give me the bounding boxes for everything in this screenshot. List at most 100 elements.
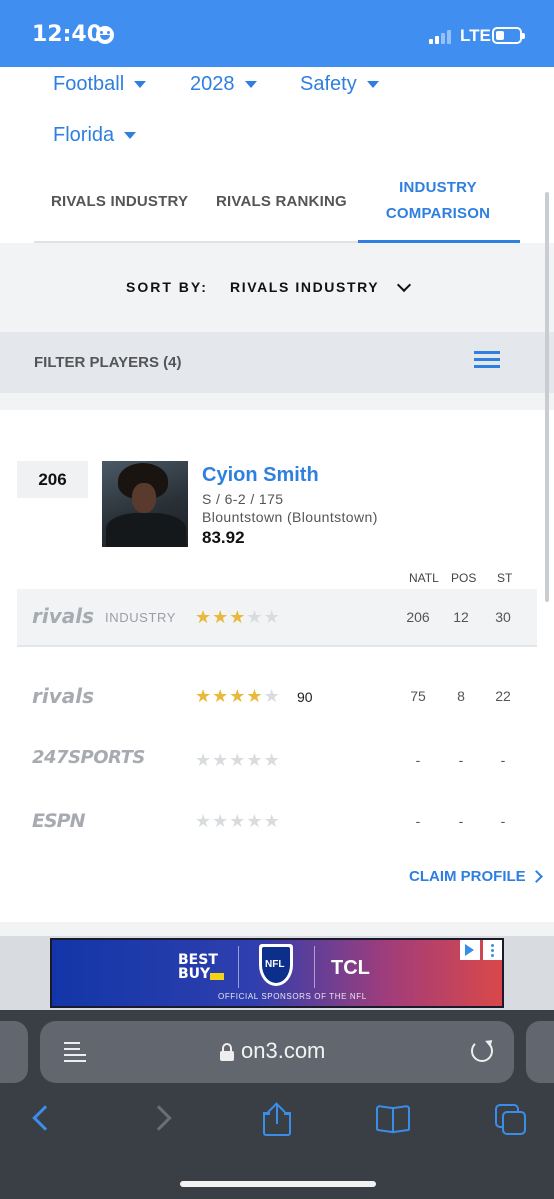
scrollbar[interactable]: [545, 192, 549, 602]
star-icon: ★: [195, 811, 212, 831]
sport-dropdown[interactable]: Football: [53, 73, 147, 96]
star-rating: ★ ★ ★ ★ ★: [195, 751, 280, 769]
pos-rank: 8: [457, 688, 465, 704]
column-pos: POS: [451, 571, 477, 585]
status-time: 12:40: [32, 22, 103, 47]
ad-divider: [314, 946, 315, 988]
column-st: ST: [497, 571, 513, 585]
star-icon: ★: [246, 750, 263, 770]
filter-players-label[interactable]: FILTER PLAYERS (4): [34, 354, 182, 371]
star-icon: ★: [212, 750, 229, 770]
player-school: Blountstown (Blountstown): [202, 509, 378, 525]
ad-tagline: OFFICIAL SPONSORS OF THE NFL: [218, 992, 367, 1001]
industry-label: INDUSTRY: [105, 610, 177, 625]
tabs-icon[interactable]: [495, 1104, 527, 1136]
caret-down-icon: [244, 81, 257, 88]
star-icon: ★: [212, 607, 229, 627]
reader-icon[interactable]: [64, 1040, 86, 1064]
player-name-link[interactable]: Cyion Smith: [202, 464, 319, 487]
state-dropdown-label: Florida: [53, 124, 115, 146]
claim-profile-link[interactable]: CLAIM PROFILE: [409, 868, 543, 885]
state-rank: -: [500, 813, 506, 829]
share-icon[interactable]: [263, 1102, 291, 1136]
tab-industry-comparison[interactable]: INDUSTRY COMPARISON: [378, 175, 498, 227]
network-label: LTE: [460, 26, 491, 45]
star-icon: ★: [263, 750, 280, 770]
star-rating: ★ ★ ★ ★ ★: [195, 608, 280, 626]
column-natl: NATL: [409, 571, 439, 585]
star-icon: ★: [229, 811, 246, 831]
star-icon: ★: [195, 750, 212, 770]
tab-rivals-ranking[interactable]: RIVALS RANKING: [216, 193, 347, 210]
player-position-line: S / 6-2 / 175: [202, 491, 284, 507]
player-photo[interactable]: [102, 461, 188, 547]
year-dropdown-label: 2028: [190, 73, 235, 95]
bookmarks-icon[interactable]: [376, 1104, 412, 1134]
player-rank: 206: [17, 461, 88, 498]
natl-rank: 206: [406, 609, 430, 625]
pos-rank: 12: [453, 609, 469, 625]
tab-label-line1: INDUSTRY: [399, 179, 477, 196]
star-icon: ★: [212, 686, 229, 706]
reload-icon[interactable]: [471, 1040, 493, 1062]
bestbuy-tag-icon: [210, 973, 224, 980]
star-icon: ★: [246, 607, 263, 627]
star-icon: ★: [195, 686, 212, 706]
tab-rivals-industry[interactable]: RIVALS INDUSTRY: [51, 193, 188, 210]
natl-rank: -: [415, 813, 421, 829]
caret-down-icon: [124, 132, 137, 139]
state-rank: 30: [495, 609, 511, 625]
face-icon: [96, 26, 114, 44]
claim-profile-label: CLAIM PROFILE: [409, 868, 526, 885]
star-icon: ★: [263, 811, 280, 831]
star-icon: ★: [195, 607, 212, 627]
star-icon: ★: [229, 607, 246, 627]
ad-divider: [238, 946, 239, 988]
star-rating: ★ ★ ★ ★ ★: [195, 812, 280, 830]
caret-down-icon: [134, 81, 147, 88]
star-icon: ★: [263, 607, 280, 627]
tab-label-line2: COMPARISON: [385, 205, 491, 222]
home-indicator[interactable]: [180, 1181, 376, 1187]
menu-icon[interactable]: [474, 351, 500, 369]
adchoices-icon[interactable]: [460, 940, 480, 960]
state-dropdown[interactable]: Florida: [53, 124, 137, 147]
rivals-logo: rivals: [32, 604, 95, 628]
caret-down-icon: [366, 81, 379, 88]
nfl-logo-text: NFL: [265, 959, 285, 970]
sort-label: SORT BY:: [126, 279, 208, 295]
state-rank: -: [500, 752, 506, 768]
lock-icon: [220, 1043, 234, 1061]
sort-dropdown[interactable]: RIVALS INDUSTRY: [230, 279, 379, 295]
battery-icon: [492, 27, 525, 44]
tcl-logo: TCL: [331, 957, 370, 979]
rivals-logo: rivals: [32, 684, 95, 708]
247sports-logo: 247SPORTS: [32, 747, 145, 768]
star-icon: ★: [263, 686, 280, 706]
pos-rank: -: [458, 813, 464, 829]
section-gap: [0, 393, 554, 410]
player-score: 83.92: [202, 528, 245, 547]
bestbuy-line1: BEST: [178, 952, 218, 968]
natl-rank: -: [415, 752, 421, 768]
url-text[interactable]: on3.com: [241, 1038, 325, 1064]
star-icon: ★: [246, 686, 263, 706]
position-dropdown[interactable]: Safety: [300, 73, 379, 96]
star-icon: ★: [229, 750, 246, 770]
natl-rank: 75: [410, 688, 426, 704]
chevron-right-icon: [529, 870, 543, 883]
star-icon: ★: [212, 811, 229, 831]
pos-rank: -: [458, 752, 464, 768]
state-rank: 22: [495, 688, 511, 704]
ad-menu-icon[interactable]: [483, 940, 502, 960]
espn-logo: ESPN: [32, 810, 85, 832]
next-tab-pill[interactable]: [526, 1021, 554, 1083]
sport-dropdown-label: Football: [53, 73, 125, 95]
previous-tab-pill[interactable]: [0, 1021, 28, 1083]
position-dropdown-label: Safety: [300, 73, 357, 95]
rating-value: 90: [297, 689, 313, 705]
star-icon: ★: [229, 686, 246, 706]
year-dropdown[interactable]: 2028: [190, 73, 257, 96]
status-bar: 12:40 LTE: [0, 0, 554, 67]
content-divider: [0, 922, 554, 936]
